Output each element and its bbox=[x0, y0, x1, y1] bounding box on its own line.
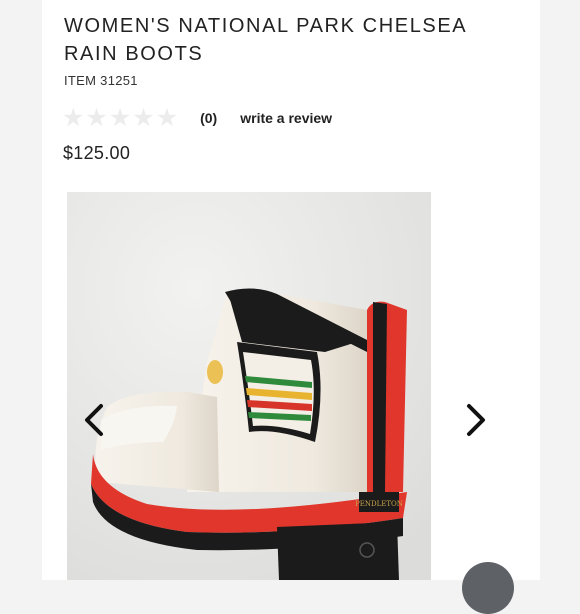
carousel-prev-button[interactable] bbox=[74, 398, 114, 442]
star-icon: ★ bbox=[85, 104, 108, 132]
product-image[interactable]: PENDLETON bbox=[67, 192, 431, 580]
star-icon: ★ bbox=[132, 104, 155, 132]
rating-row: ★ ★ ★ ★ ★ (0) write a review bbox=[62, 104, 332, 132]
star-icon: ★ bbox=[62, 104, 85, 132]
item-number: ITEM 31251 bbox=[64, 73, 138, 88]
chevron-right-icon bbox=[467, 404, 485, 436]
chat-button[interactable] bbox=[462, 562, 514, 614]
review-count[interactable]: (0) bbox=[200, 110, 217, 126]
brand-tag: PENDLETON bbox=[355, 500, 403, 508]
product-title: WOMEN'S NATIONAL PARK CHELSEA RAIN BOOTS bbox=[64, 15, 467, 65]
carousel-next-button[interactable] bbox=[453, 389, 499, 451]
star-icon: ★ bbox=[155, 104, 179, 132]
star-icon: ★ bbox=[108, 104, 132, 132]
product-price: $125.00 bbox=[63, 143, 131, 163]
star-rating: ★ ★ ★ ★ ★ bbox=[62, 105, 178, 131]
write-review-link[interactable]: write a review bbox=[240, 110, 332, 126]
chevron-left-icon bbox=[85, 404, 103, 436]
